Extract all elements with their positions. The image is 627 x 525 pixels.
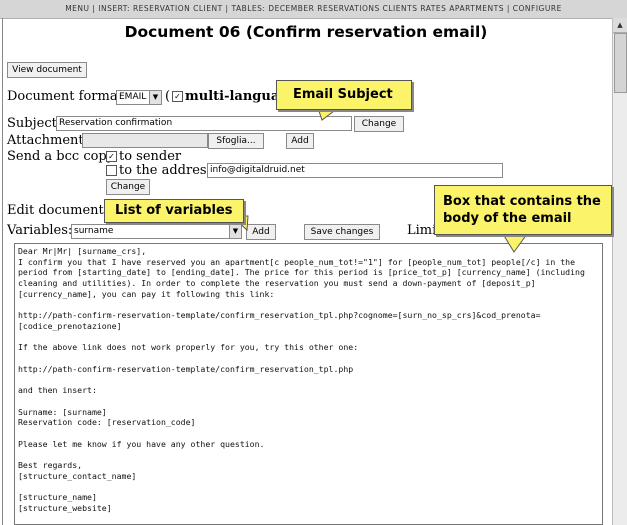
to-address-label: to the address: [119, 163, 214, 178]
menu-links[interactable]: MENU | INSERT: RESERVATION CLIENT | TABL…: [0, 4, 627, 13]
page-title: Document 06 (Confirm reservation email): [124, 23, 488, 41]
multi-language-option[interactable]: ✓ multi-languag: [172, 89, 288, 104]
view-document-button[interactable]: View document: [7, 62, 87, 78]
bcc-to-address-option[interactable]: to the address: [106, 163, 213, 178]
body-box-callout-line2: body of the email: [443, 211, 572, 226]
subject-change-button[interactable]: Change: [354, 116, 404, 132]
scroll-thumb[interactable]: [614, 33, 627, 93]
body-box-callout-line1: Box that contains the: [443, 194, 601, 209]
top-menu-bar: MENU | INSERT: RESERVATION CLIENT | TABL…: [0, 0, 627, 19]
document-format-label: Document format:: [7, 89, 128, 104]
subject-input[interactable]: Reservation confirmation: [56, 116, 352, 131]
subject-label: Subject:: [7, 116, 62, 131]
save-changes-button[interactable]: Save changes: [304, 224, 380, 240]
variables-select[interactable]: surname ▼: [71, 224, 242, 239]
body-box-callout: Box that contains the body of the email: [434, 185, 612, 235]
bcc-label: Send a bcc copy:: [7, 149, 119, 164]
bcc-address-input[interactable]: info@digitaldruid.net: [207, 163, 503, 178]
attachment-add-button[interactable]: Add: [286, 133, 314, 149]
multi-language-checkbox[interactable]: ✓: [172, 91, 183, 102]
list-of-variables-callout: List of variables: [104, 199, 244, 223]
to-address-checkbox[interactable]: [106, 165, 117, 176]
email-subject-callout: Email Subject: [276, 80, 412, 110]
email-body-textarea[interactable]: Dear Mr|Mr| [surname_crs], I confirm you…: [14, 243, 603, 525]
bcc-change-button[interactable]: Change: [106, 179, 150, 195]
email-body-text[interactable]: Dear Mr|Mr| [surname_crs], I confirm you…: [15, 244, 602, 514]
variable-add-button[interactable]: Add: [246, 224, 276, 240]
vertical-scrollbar[interactable]: ▲: [612, 18, 627, 525]
chevron-down-icon: ▼: [229, 225, 241, 238]
browse-button[interactable]: Sfoglia...: [208, 133, 264, 149]
attachment-file-input[interactable]: [82, 133, 208, 148]
attachment-label: Attachment:: [7, 133, 89, 148]
variables-label: Variables:: [7, 223, 73, 238]
to-sender-checkbox[interactable]: ✓: [106, 151, 117, 162]
variables-value: surname: [74, 226, 114, 236]
document-format-value: EMAIL: [119, 92, 147, 102]
bcc-to-sender-option[interactable]: ✓ to sender: [106, 149, 181, 164]
multi-language-label: multi-languag: [185, 89, 289, 104]
to-sender-label: to sender: [119, 149, 182, 164]
scroll-up-icon[interactable]: ▲: [613, 18, 627, 33]
document-format-select[interactable]: EMAIL ▼: [116, 90, 162, 105]
chevron-down-icon: ▼: [149, 91, 161, 104]
format-paren: (: [165, 89, 171, 104]
